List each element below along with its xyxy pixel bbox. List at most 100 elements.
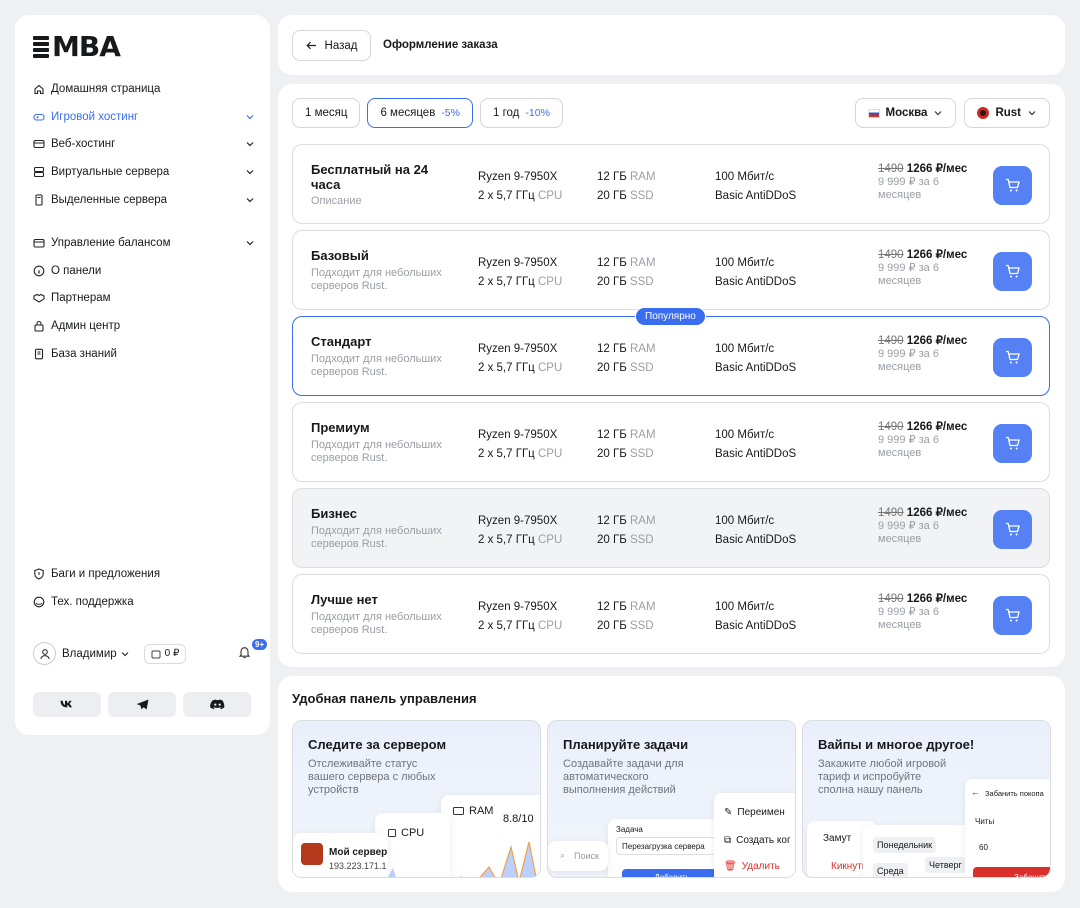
plan-card[interactable]: Бесплатный на 24 часа Описание Ryzen 9-795… bbox=[292, 144, 1050, 224]
features-panel: Удобная панель управления Следите за сер… bbox=[278, 676, 1065, 892]
feature-desc: Закажите любой игровой тариф и испробуйт… bbox=[818, 758, 947, 796]
plan-total: 9 999 ₽ за 6 месяцев bbox=[878, 348, 939, 373]
menu-delete-label: Удалить bbox=[741, 861, 780, 872]
cart-icon bbox=[1005, 522, 1020, 536]
reason-field[interactable]: Читы bbox=[975, 817, 994, 826]
plan-card[interactable]: Премиум Подходит для небольших серверов R… bbox=[292, 402, 1050, 482]
add-to-cart-button[interactable] bbox=[993, 424, 1032, 463]
task-search[interactable]: ⌕ Поиск bbox=[548, 841, 608, 871]
feature-title: Следите за сервером bbox=[308, 737, 447, 752]
sidebar-item-dedicated[interactable]: Выделенные сервера bbox=[33, 186, 255, 214]
mute-action[interactable]: Замут bbox=[823, 833, 851, 844]
plan-card[interactable]: Бизнес Подходит для небольших серверов Ru… bbox=[292, 488, 1050, 568]
sidebar-item-shield[interactable]: Баги и предложения bbox=[33, 560, 255, 588]
sidebar-item-label: Тех. поддержка bbox=[51, 595, 134, 608]
plan-ram: 12 ГБ bbox=[597, 343, 627, 355]
day-tag[interactable]: Понедельник bbox=[873, 837, 937, 853]
plan-freq-unit: CPU bbox=[537, 362, 563, 374]
server-name: Мой сервер bbox=[329, 847, 388, 858]
add-to-cart-button[interactable] bbox=[993, 166, 1032, 205]
chevron-down-icon bbox=[246, 169, 254, 175]
plan-ram: 12 ГБ bbox=[597, 257, 627, 269]
feature-wipes: Вайпы и многое другое! Закажите любой иг… bbox=[802, 720, 1051, 878]
plan-net-col: 100 Мбит/с Basic AntiDDoS bbox=[715, 512, 796, 550]
plan-ddos: Basic AntiDDoS bbox=[715, 448, 797, 460]
sidebar-item-book[interactable]: База знаний bbox=[33, 340, 255, 368]
day-tag[interactable]: Среда bbox=[873, 863, 908, 877]
plan-desc: Подходит для небольших серверов Rust. bbox=[311, 267, 442, 292]
plan-price-value: 1266 ₽/мес bbox=[906, 335, 968, 347]
plan-ddos: Basic AntiDDoS bbox=[715, 190, 797, 202]
back-button[interactable]: Назад bbox=[292, 30, 371, 61]
back-icon[interactable]: ← bbox=[971, 787, 980, 797]
balance-button[interactable]: 0 ₽ bbox=[143, 643, 187, 664]
plan-ssd-unit: SSD bbox=[629, 190, 654, 202]
plan-price: 1490 1266 ₽/мес 9 999 ₽ за 6 месяцев bbox=[878, 249, 978, 288]
location-select[interactable]: Москва bbox=[854, 98, 957, 128]
chevron-down-icon bbox=[1028, 111, 1036, 116]
sidebar-item-web[interactable]: Веб-хостинг bbox=[33, 130, 255, 158]
menu-copy[interactable]: ⧉ Создать ког bbox=[724, 835, 791, 846]
back-label: Назад bbox=[324, 39, 358, 52]
game-select[interactable]: Rust bbox=[964, 98, 1050, 128]
ban-button[interactable]: Забанить bbox=[973, 867, 1050, 877]
sidebar-item-lock[interactable]: Админ центр bbox=[33, 312, 255, 340]
sidebar-item-info[interactable]: О панели bbox=[33, 257, 255, 285]
period-1-month[interactable]: 1 месяц bbox=[292, 98, 361, 128]
user-menu[interactable]: Владимир bbox=[62, 648, 130, 660]
rust-icon bbox=[977, 107, 990, 119]
duration-field[interactable]: 60 bbox=[979, 843, 988, 852]
day-tag[interactable]: Четверг bbox=[925, 857, 966, 873]
sidebar-item-support[interactable]: Тех. поддержка bbox=[33, 588, 255, 616]
russia-flag-icon bbox=[867, 108, 880, 118]
sidebar-item-home[interactable]: Домашняя страница bbox=[33, 75, 255, 103]
plan-old-price: 1490 bbox=[878, 593, 904, 605]
sidebar-item-server[interactable]: Виртуальные сервера bbox=[33, 158, 255, 186]
telegram-button[interactable] bbox=[108, 692, 176, 717]
plan-net-col: 100 Мбит/с Basic AntiDDoS bbox=[715, 426, 796, 464]
plan-cpu-col: Ryzen 9-7950X 2 x 5,7 ГГц CPU bbox=[478, 598, 562, 636]
kick-action[interactable]: Кикнуть bbox=[831, 861, 867, 872]
plan-net-col: 100 Мбит/с Basic AntiDDoS bbox=[715, 340, 796, 378]
avatar[interactable] bbox=[33, 642, 56, 665]
support-icon bbox=[33, 596, 45, 608]
sidebar-item-gamepad[interactable]: Игровой хостинг bbox=[33, 103, 255, 131]
add-to-cart-button[interactable] bbox=[993, 510, 1032, 549]
chevron-down-icon bbox=[935, 111, 942, 116]
period-1-year[interactable]: 1 год -10% bbox=[480, 98, 563, 128]
period-6-months[interactable]: 6 месяцев -5% bbox=[367, 98, 473, 128]
discord-button[interactable] bbox=[183, 692, 251, 717]
chevron-down-icon bbox=[246, 197, 254, 202]
plan-card[interactable]: Популярно Стандарт Подходит для небольших … bbox=[292, 307, 1050, 396]
plan-ram-unit: RAM bbox=[629, 429, 656, 441]
trash-icon: 🗑 bbox=[724, 861, 737, 872]
add-to-cart-button[interactable] bbox=[993, 596, 1032, 635]
plan-card[interactable]: Лучше нет Подходит для небольших серверов… bbox=[292, 574, 1050, 654]
logo[interactable]: MBA bbox=[33, 33, 121, 61]
plan-ssd-unit: SSD bbox=[629, 620, 654, 632]
period-selector: 1 месяц 6 месяцев -5% 1 год -10% bbox=[292, 98, 563, 128]
period-label: 1 месяц bbox=[305, 107, 348, 119]
add-task-button[interactable]: Добавить bbox=[622, 869, 722, 877]
plan-ddos: Basic AntiDDoS bbox=[715, 362, 797, 374]
context-menu: ✎ Переимен ⧉ Создать ког 🗑 Удалить bbox=[714, 793, 795, 877]
sidebar-item-wallet[interactable]: Управление балансом bbox=[33, 229, 255, 257]
plan-ddos: Basic AntiDDoS bbox=[715, 276, 797, 288]
plan-ram-unit: RAM bbox=[629, 171, 656, 183]
menu-rename[interactable]: ✎ Переимен bbox=[724, 807, 785, 818]
page-title: Оформление заказа bbox=[383, 39, 498, 51]
cpu-icon bbox=[388, 829, 396, 837]
menu-delete[interactable]: 🗑 Удалить bbox=[724, 861, 780, 872]
copy-icon: ⧉ bbox=[724, 835, 732, 846]
plan-card[interactable]: Базовый Подходит для небольших серверов R… bbox=[292, 230, 1050, 310]
wallet-icon bbox=[33, 237, 45, 249]
feature-tasks: Планируйте задачи Создавайте задачи для … bbox=[547, 720, 796, 878]
notifications-button[interactable] bbox=[238, 645, 251, 662]
plan-ssd: 20 ГБ bbox=[597, 534, 627, 546]
sidebar-item-handshake[interactable]: Партнерам bbox=[33, 284, 255, 312]
plan-price-value: 1266 ₽/мес bbox=[906, 163, 968, 175]
add-to-cart-button[interactable] bbox=[993, 252, 1032, 291]
task-input[interactable]: Перезагрузка сервера bbox=[616, 837, 716, 855]
vk-button[interactable] bbox=[33, 692, 101, 717]
add-to-cart-button[interactable] bbox=[993, 338, 1032, 377]
